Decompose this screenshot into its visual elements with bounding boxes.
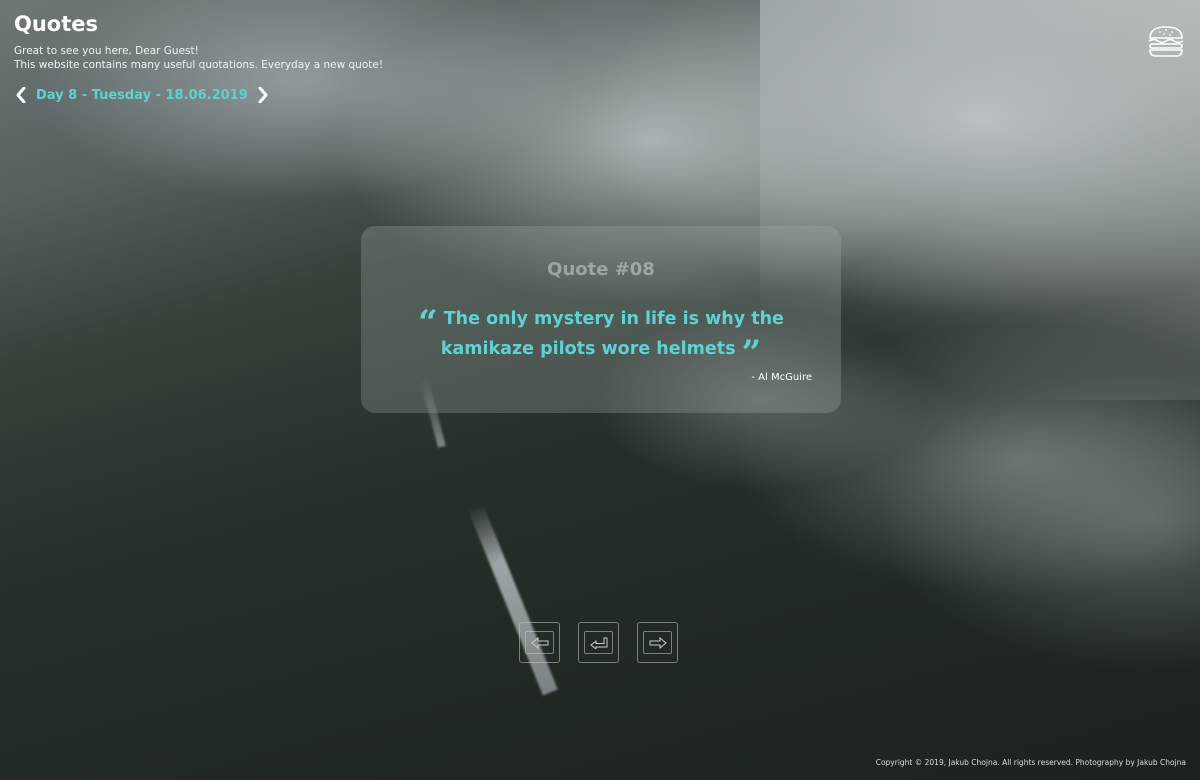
greeting-text: Great to see you here, Dear Guest! bbox=[14, 45, 199, 57]
day-label: Day 8 - Tuesday - 18.06.2019 bbox=[36, 87, 248, 103]
random-quote-button[interactable] bbox=[578, 622, 619, 663]
quote-number: Quote #08 bbox=[547, 259, 655, 280]
previous-quote-button[interactable] bbox=[519, 622, 560, 663]
chevron-left-icon[interactable] bbox=[14, 86, 28, 104]
description-text: This website contains many useful quotat… bbox=[14, 59, 384, 71]
keyboard-controls bbox=[519, 622, 678, 663]
arrow-left-key-icon bbox=[525, 631, 554, 654]
header: Quotes Great to see you here, Dear Guest… bbox=[14, 12, 383, 72]
next-quote-button[interactable] bbox=[637, 622, 678, 663]
arrow-right-key-icon bbox=[643, 631, 672, 654]
burger-icon[interactable] bbox=[1146, 24, 1186, 58]
chevron-right-icon[interactable] bbox=[256, 86, 270, 104]
app-title: Quotes bbox=[14, 12, 99, 36]
close-quote-icon: ” bbox=[741, 333, 762, 373]
enter-key-icon bbox=[584, 631, 613, 654]
quote-text: The only mystery in life is why the kami… bbox=[440, 309, 784, 359]
copyright-text: Copyright © 2019, Jakub Chojna. All righ… bbox=[875, 758, 1186, 767]
day-navigation: Day 8 - Tuesday - 18.06.2019 bbox=[14, 86, 270, 104]
quote-author: - Al McGuire bbox=[751, 372, 812, 383]
open-quote-icon: “ bbox=[418, 303, 438, 343]
quote-card: Quote #08 “ The only mystery in life is … bbox=[361, 226, 841, 413]
quote-text-block: “ The only mystery in life is why the ka… bbox=[401, 303, 801, 373]
